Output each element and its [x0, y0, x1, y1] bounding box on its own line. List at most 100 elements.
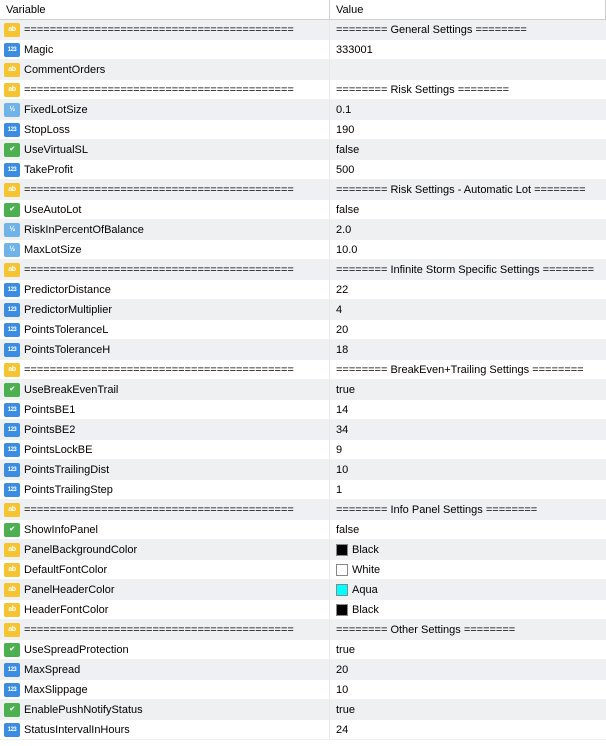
value-cell[interactable]: White	[330, 560, 606, 579]
variable-cell[interactable]: 123PointsLockBE	[0, 440, 330, 459]
table-row[interactable]: 123PredictorMultiplier4	[0, 300, 606, 320]
table-row[interactable]: 123PointsBE234	[0, 420, 606, 440]
table-row[interactable]: 123StopLoss190	[0, 120, 606, 140]
variable-cell[interactable]: ½RiskInPercentOfBalance	[0, 220, 330, 239]
variable-cell[interactable]: 123PointsBE1	[0, 400, 330, 419]
table-row[interactable]: 123PointsLockBE9	[0, 440, 606, 460]
variable-cell[interactable]: 123MaxSlippage	[0, 680, 330, 699]
table-row[interactable]: ½MaxLotSize10.0	[0, 240, 606, 260]
value-cell[interactable]: ======== Risk Settings - Automatic Lot =…	[330, 180, 606, 199]
value-cell[interactable]: true	[330, 380, 606, 399]
value-cell[interactable]: ======== BreakEven+Trailing Settings ===…	[330, 360, 606, 379]
variable-cell[interactable]: ab======================================…	[0, 20, 330, 39]
table-row[interactable]: 123PointsToleranceL20	[0, 320, 606, 340]
variable-cell[interactable]: 123PointsTrailingStep	[0, 480, 330, 499]
variable-cell[interactable]: abPanelHeaderColor	[0, 580, 330, 599]
value-cell[interactable]: 18	[330, 340, 606, 359]
table-row[interactable]: 123Magic333001	[0, 40, 606, 60]
variable-cell[interactable]: 123StopLoss	[0, 120, 330, 139]
table-row[interactable]: 123PredictorDistance22	[0, 280, 606, 300]
value-cell[interactable]: Black	[330, 540, 606, 559]
table-row[interactable]: ab======================================…	[0, 20, 606, 40]
table-row[interactable]: 123PointsTrailingDist10	[0, 460, 606, 480]
value-cell[interactable]: 10	[330, 460, 606, 479]
table-row[interactable]: 123PointsBE114	[0, 400, 606, 420]
value-cell[interactable]: 20	[330, 320, 606, 339]
value-cell[interactable]	[330, 60, 606, 79]
value-cell[interactable]: 1	[330, 480, 606, 499]
variable-cell[interactable]: 123PredictorDistance	[0, 280, 330, 299]
table-row[interactable]: abCommentOrders	[0, 60, 606, 80]
table-row[interactable]: 123StatusIntervalInHours24	[0, 720, 606, 740]
variable-cell[interactable]: ✔EnablePushNotifyStatus	[0, 700, 330, 719]
table-row[interactable]: 123MaxSlippage10	[0, 680, 606, 700]
variable-cell[interactable]: ½MaxLotSize	[0, 240, 330, 259]
variable-cell[interactable]: ✔UseSpreadProtection	[0, 640, 330, 659]
value-cell[interactable]: false	[330, 520, 606, 539]
value-cell[interactable]: 500	[330, 160, 606, 179]
variable-cell[interactable]: ✔UseAutoLot	[0, 200, 330, 219]
table-row[interactable]: ab======================================…	[0, 620, 606, 640]
table-row[interactable]: 123TakeProfit500	[0, 160, 606, 180]
table-row[interactable]: abDefaultFontColorWhite	[0, 560, 606, 580]
value-cell[interactable]: 4	[330, 300, 606, 319]
table-row[interactable]: ✔UseVirtualSLfalse	[0, 140, 606, 160]
variable-cell[interactable]: 123TakeProfit	[0, 160, 330, 179]
variable-cell[interactable]: abDefaultFontColor	[0, 560, 330, 579]
variable-cell[interactable]: ½FixedLotSize	[0, 100, 330, 119]
variable-cell[interactable]: ✔UseVirtualSL	[0, 140, 330, 159]
variable-cell[interactable]: 123StatusIntervalInHours	[0, 720, 330, 739]
variable-cell[interactable]: ab======================================…	[0, 500, 330, 519]
value-cell[interactable]: true	[330, 700, 606, 719]
variable-cell[interactable]: ab======================================…	[0, 620, 330, 639]
value-cell[interactable]: ======== Infinite Storm Specific Setting…	[330, 260, 606, 279]
value-cell[interactable]: true	[330, 640, 606, 659]
value-cell[interactable]: 0.1	[330, 100, 606, 119]
column-header-value[interactable]: Value	[330, 0, 606, 20]
value-cell[interactable]: 34	[330, 420, 606, 439]
value-cell[interactable]: 10.0	[330, 240, 606, 259]
table-row[interactable]: ab======================================…	[0, 180, 606, 200]
value-cell[interactable]: Aqua	[330, 580, 606, 599]
variable-cell[interactable]: 123PointsToleranceH	[0, 340, 330, 359]
table-row[interactable]: ½FixedLotSize0.1	[0, 100, 606, 120]
variable-cell[interactable]: abCommentOrders	[0, 60, 330, 79]
column-header-variable[interactable]: Variable	[0, 0, 330, 20]
table-row[interactable]: abHeaderFontColorBlack	[0, 600, 606, 620]
table-row[interactable]: ½RiskInPercentOfBalance2.0	[0, 220, 606, 240]
value-cell[interactable]: 24	[330, 720, 606, 739]
value-cell[interactable]: ======== Other Settings ========	[330, 620, 606, 639]
value-cell[interactable]: ======== Info Panel Settings ========	[330, 500, 606, 519]
value-cell[interactable]: 9	[330, 440, 606, 459]
value-cell[interactable]: 20	[330, 660, 606, 679]
table-row[interactable]: ✔ShowInfoPanelfalse	[0, 520, 606, 540]
value-cell[interactable]: 333001	[330, 40, 606, 59]
value-cell[interactable]: 14	[330, 400, 606, 419]
variable-cell[interactable]: abHeaderFontColor	[0, 600, 330, 619]
table-row[interactable]: ab======================================…	[0, 80, 606, 100]
value-cell[interactable]: 190	[330, 120, 606, 139]
value-cell[interactable]: 10	[330, 680, 606, 699]
value-cell[interactable]: ======== General Settings ========	[330, 20, 606, 39]
table-row[interactable]: abPanelHeaderColorAqua	[0, 580, 606, 600]
value-cell[interactable]: false	[330, 200, 606, 219]
table-row[interactable]: abPanelBackgroundColorBlack	[0, 540, 606, 560]
variable-cell[interactable]: ab======================================…	[0, 80, 330, 99]
value-cell[interactable]: ======== Risk Settings ========	[330, 80, 606, 99]
variable-cell[interactable]: 123PointsBE2	[0, 420, 330, 439]
variable-cell[interactable]: 123PointsToleranceL	[0, 320, 330, 339]
variable-cell[interactable]: ✔UseBreakEvenTrail	[0, 380, 330, 399]
variable-cell[interactable]: 123Magic	[0, 40, 330, 59]
variable-cell[interactable]: ab======================================…	[0, 260, 330, 279]
table-row[interactable]: ✔UseBreakEvenTrailtrue	[0, 380, 606, 400]
variable-cell[interactable]: ✔ShowInfoPanel	[0, 520, 330, 539]
value-cell[interactable]: false	[330, 140, 606, 159]
table-row[interactable]: ✔EnablePushNotifyStatustrue	[0, 700, 606, 720]
variable-cell[interactable]: 123PointsTrailingDist	[0, 460, 330, 479]
table-row[interactable]: ✔UseSpreadProtectiontrue	[0, 640, 606, 660]
table-row[interactable]: ab======================================…	[0, 260, 606, 280]
value-cell[interactable]: 2.0	[330, 220, 606, 239]
variable-cell[interactable]: ab======================================…	[0, 360, 330, 379]
variable-cell[interactable]: 123MaxSpread	[0, 660, 330, 679]
value-cell[interactable]: Black	[330, 600, 606, 619]
